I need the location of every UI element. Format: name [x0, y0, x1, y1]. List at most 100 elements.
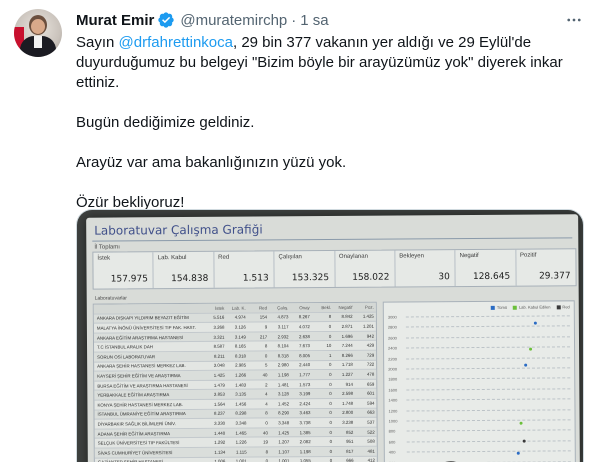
tweet-paragraph-2: Bugün dediğimize geldiniz.	[76, 114, 255, 131]
table-cell: 0	[329, 419, 332, 425]
table-cell: YERBAKKALE EĞİTİM ARAŞTIRMA	[97, 392, 170, 398]
grid-line	[406, 440, 571, 443]
table-cell: 0	[329, 429, 332, 435]
table-cell: 2	[265, 382, 268, 388]
table-cell: 601	[367, 390, 375, 396]
table-cell: 3.738	[299, 420, 311, 426]
table-cell: 0	[329, 391, 332, 397]
author-avatar[interactable]	[14, 9, 62, 57]
separator-dot: ·	[291, 11, 297, 29]
table-cell: 1.198	[277, 372, 289, 378]
table-cell: 481	[367, 448, 375, 454]
table-cell: 3.117	[277, 324, 289, 330]
table-cell: 8	[265, 410, 268, 416]
table-cell: 1.718	[341, 362, 353, 368]
table-cell: 666	[346, 458, 354, 462]
y-tick-label: 2400	[388, 345, 397, 351]
y-tick-label: 2800	[387, 324, 397, 331]
kpi-label: Red	[218, 254, 230, 261]
table-cell: 1.425	[278, 429, 290, 435]
table-cell: T.C İSTANBUL ARALIK DAH	[97, 344, 153, 350]
table-cell: 19	[263, 439, 268, 445]
tweet-media-photo[interactable]: Laboratuvar Çalışma Grafiği İl Toplamı İ…	[76, 209, 584, 462]
table-cell: 2.932	[277, 333, 289, 339]
table-cell: 8.290	[278, 410, 290, 416]
grid-line	[405, 315, 570, 318]
kpi-value: 30	[438, 272, 450, 283]
table-cell: 1.573	[299, 381, 311, 387]
table-cell: 1.266	[235, 372, 247, 378]
tweet[interactable]: Murat Emir @muratemirchp · 1 sa Sayın @d…	[0, 0, 594, 462]
table-cell: 8.318	[234, 353, 247, 359]
table-cell: 4.072	[298, 324, 310, 330]
table-cell: 852	[345, 429, 354, 435]
mention-link[interactable]: @drfahrettinkoca	[119, 34, 233, 51]
table-cell: 3.853	[213, 391, 225, 397]
table-cell: 663	[367, 410, 375, 416]
table-cell: 8.165	[234, 343, 246, 349]
table-cell: 1.452	[278, 401, 290, 407]
table-header-cell: Negatif	[338, 304, 353, 310]
table-cell: 1.207	[278, 439, 290, 445]
y-tick-label: 800	[388, 428, 396, 435]
table-cell: BURSA EĞİTİM VE ARAŞTIRMA HASTANESİ	[97, 382, 188, 389]
grid-line	[406, 408, 571, 412]
chart-point	[522, 439, 526, 443]
lab-chart: Tümü Lab. Kabul Edilen Red 3000 2800 2600 240…	[382, 300, 576, 462]
chart-point	[524, 363, 528, 367]
table-cell: 2.440	[299, 362, 311, 368]
table-cell: 8.005	[299, 352, 311, 359]
legend-item: Tümü	[490, 305, 507, 310]
table-cell: 1.198	[299, 448, 311, 454]
chart-legend: Tümü Lab. Kabul Edilen Red	[490, 304, 570, 310]
table-cell: 8.318	[277, 353, 289, 359]
table-header-cell: İstek	[215, 305, 225, 311]
tweet-timestamp[interactable]: 1 sa	[300, 12, 328, 29]
table-cell: 412	[367, 458, 375, 462]
table-header-cell	[94, 308, 205, 309]
table-cell: 3.149	[234, 334, 246, 340]
kpi-row: İstek 157.975 Lab. Kabul 154.838 Red 1.513 Çal…	[92, 248, 577, 290]
grid-line	[406, 356, 571, 360]
table-cell: 4	[265, 401, 268, 407]
avatar-shirt	[34, 36, 42, 48]
grid-line	[406, 398, 571, 401]
table-cell: 1.425	[213, 372, 225, 378]
table-cell: 8	[328, 314, 332, 320]
table-cell: 0	[329, 410, 332, 416]
kpi-label: İstek	[97, 255, 111, 262]
chart-point	[529, 347, 533, 351]
kpi-tile: Red 1.513	[214, 251, 275, 288]
author-name[interactable]: Murat Emir	[76, 12, 154, 29]
y-tick-label: 1200	[388, 408, 398, 414]
kpi-label: Pozitif	[520, 252, 537, 259]
kpi-tile: Bekleyen 30	[395, 250, 456, 287]
table-cell: 40	[262, 429, 268, 436]
table-cell: 478	[366, 371, 375, 377]
table-cell: 0	[329, 381, 332, 387]
table-cell: 1.001	[278, 458, 290, 462]
more-options-icon[interactable]	[562, 8, 586, 32]
table-cell: 0	[329, 448, 333, 454]
table-cell: 0	[328, 333, 332, 339]
table-cell: 1.483	[235, 382, 247, 388]
table-cell: 1.456	[235, 401, 247, 407]
table-cell: SELÇUK ÜNİVERSİTESİ TIP FAKÜLTESİ	[97, 440, 180, 446]
table-cell: 1.479	[213, 382, 225, 388]
table-cell: 3.268	[213, 324, 225, 330]
kpi-value: 29.377	[539, 271, 571, 282]
table-row: GAZİANTEP ŞEHİR HASTANESİ1.0061.00101.00…	[94, 456, 377, 462]
grid-line	[406, 450, 571, 453]
table-cell: 1.385	[299, 429, 311, 435]
grid-line	[406, 367, 571, 370]
author-handle[interactable]: @muratemirchp	[180, 12, 287, 29]
table-header-cell: Lab. K.	[231, 305, 246, 311]
grid-line	[406, 377, 571, 380]
table-cell: 3.135	[235, 391, 247, 397]
table-cell: 2.424	[299, 400, 311, 406]
table-cell: 508	[367, 438, 375, 444]
kpi-label: Negatif	[459, 252, 479, 260]
table-cell: 4	[265, 391, 268, 397]
kpi-value: 128.645	[472, 271, 511, 283]
